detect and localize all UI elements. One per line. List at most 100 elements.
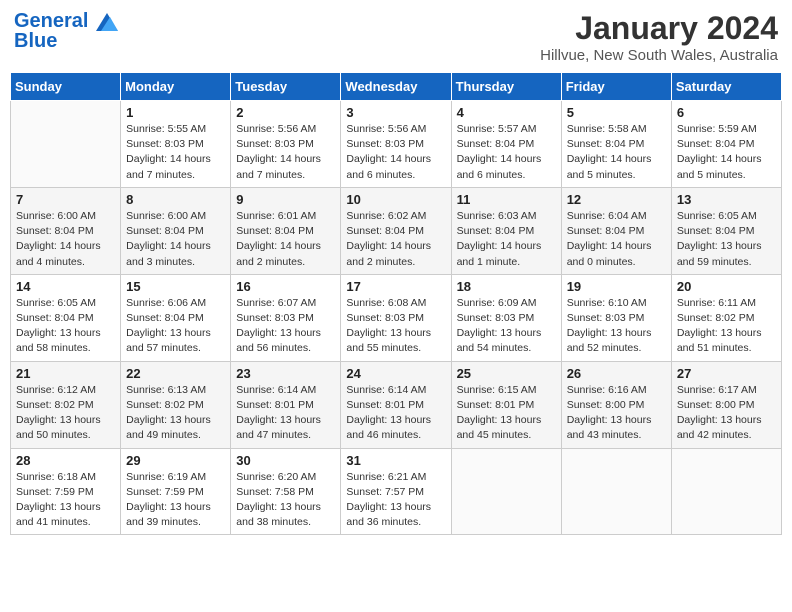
day-of-week-header: Tuesday	[231, 73, 341, 101]
day-detail: Sunrise: 6:12 AMSunset: 8:02 PMDaylight:…	[16, 383, 115, 444]
day-detail: Sunrise: 6:00 AMSunset: 8:04 PMDaylight:…	[16, 209, 115, 270]
day-number: 13	[677, 192, 776, 207]
day-number: 4	[457, 105, 556, 120]
calendar-cell: 11Sunrise: 6:03 AMSunset: 8:04 PMDayligh…	[451, 187, 561, 274]
calendar-cell: 20 Sunrise: 6:11 AMSunset: 8:02 PMDayligh…	[671, 274, 781, 361]
calendar-week-row: 28 Sunrise: 6:18 AMSunset: 7:59 PMDayligh…	[11, 448, 782, 535]
title-block: January 2024 Hillvue, New South Wales, A…	[540, 10, 778, 64]
calendar-cell: 19 Sunrise: 6:10 AMSunset: 8:03 PMDayligh…	[561, 274, 671, 361]
calendar-cell: 28 Sunrise: 6:18 AMSunset: 7:59 PMDayligh…	[11, 448, 121, 535]
day-detail: Sunrise: 6:17 AMSunset: 8:00 PMDaylight:…	[677, 383, 776, 444]
day-of-week-header: Monday	[121, 73, 231, 101]
day-number: 20	[677, 279, 776, 294]
day-number: 31	[346, 453, 445, 468]
day-number: 18	[457, 279, 556, 294]
day-detail: Sunrise: 6:15 AMSunset: 8:01 PMDaylight:…	[457, 383, 556, 444]
day-detail: Sunrise: 5:55 AMSunset: 8:03 PMDaylight:…	[126, 122, 225, 183]
calendar-week-row: 21 Sunrise: 6:12 AMSunset: 8:02 PMDayligh…	[11, 361, 782, 448]
day-number: 27	[677, 366, 776, 381]
calendar-cell: 27 Sunrise: 6:17 AMSunset: 8:00 PMDayligh…	[671, 361, 781, 448]
calendar-week-row: 1Sunrise: 5:55 AMSunset: 8:03 PMDaylight…	[11, 101, 782, 188]
day-number: 21	[16, 366, 115, 381]
day-number: 9	[236, 192, 335, 207]
calendar-cell: 22 Sunrise: 6:13 AMSunset: 8:02 PMDayligh…	[121, 361, 231, 448]
day-of-week-header: Wednesday	[341, 73, 451, 101]
day-detail: Sunrise: 6:10 AMSunset: 8:03 PMDaylight:…	[567, 296, 666, 357]
day-detail: Sunrise: 6:06 AMSunset: 8:04 PMDaylight:…	[126, 296, 225, 357]
calendar-cell: 8Sunrise: 6:00 AMSunset: 8:04 PMDaylight…	[121, 187, 231, 274]
calendar-cell: 14 Sunrise: 6:05 AMSunset: 8:04 PMDayligh…	[11, 274, 121, 361]
calendar-cell: 29 Sunrise: 6:19 AMSunset: 7:59 PMDayligh…	[121, 448, 231, 535]
calendar-cell: 17 Sunrise: 6:08 AMSunset: 8:03 PMDayligh…	[341, 274, 451, 361]
logo-blue: Blue	[14, 30, 118, 52]
calendar-cell	[11, 101, 121, 188]
day-detail: Sunrise: 6:11 AMSunset: 8:02 PMDaylight:…	[677, 296, 776, 357]
day-of-week-header: Sunday	[11, 73, 121, 101]
day-number: 28	[16, 453, 115, 468]
calendar-cell: 13Sunrise: 6:05 AMSunset: 8:04 PMDayligh…	[671, 187, 781, 274]
day-number: 17	[346, 279, 445, 294]
calendar-cell: 30 Sunrise: 6:20 AMSunset: 7:58 PMDayligh…	[231, 448, 341, 535]
day-number: 2	[236, 105, 335, 120]
day-detail: Sunrise: 5:56 AMSunset: 8:03 PMDaylight:…	[236, 122, 335, 183]
day-detail: Sunrise: 6:13 AMSunset: 8:02 PMDaylight:…	[126, 383, 225, 444]
calendar-cell: 6 Sunrise: 5:59 AMSunset: 8:04 PMDaylight…	[671, 101, 781, 188]
day-number: 11	[457, 192, 556, 207]
calendar-cell: 31 Sunrise: 6:21 AMSunset: 7:57 PMDayligh…	[341, 448, 451, 535]
calendar-cell: 15 Sunrise: 6:06 AMSunset: 8:04 PMDayligh…	[121, 274, 231, 361]
calendar-cell: 5Sunrise: 5:58 AMSunset: 8:04 PMDaylight…	[561, 101, 671, 188]
calendar-cell	[561, 448, 671, 535]
day-number: 29	[126, 453, 225, 468]
calendar-header-row: SundayMondayTuesdayWednesdayThursdayFrid…	[11, 73, 782, 101]
day-detail: Sunrise: 5:56 AMSunset: 8:03 PMDaylight:…	[346, 122, 445, 183]
day-detail: Sunrise: 6:05 AMSunset: 8:04 PMDaylight:…	[16, 296, 115, 357]
day-detail: Sunrise: 6:14 AMSunset: 8:01 PMDaylight:…	[236, 383, 335, 444]
logo-text: General	[14, 10, 118, 32]
calendar-cell: 7 Sunrise: 6:00 AMSunset: 8:04 PMDaylight…	[11, 187, 121, 274]
day-detail: Sunrise: 6:08 AMSunset: 8:03 PMDaylight:…	[346, 296, 445, 357]
calendar-cell: 9 Sunrise: 6:01 AMSunset: 8:04 PMDaylight…	[231, 187, 341, 274]
calendar-cell: 12Sunrise: 6:04 AMSunset: 8:04 PMDayligh…	[561, 187, 671, 274]
day-number: 14	[16, 279, 115, 294]
day-number: 7	[16, 192, 115, 207]
calendar-cell	[671, 448, 781, 535]
day-detail: Sunrise: 6:02 AMSunset: 8:04 PMDaylight:…	[346, 209, 445, 270]
day-detail: Sunrise: 6:09 AMSunset: 8:03 PMDaylight:…	[457, 296, 556, 357]
day-detail: Sunrise: 6:04 AMSunset: 8:04 PMDaylight:…	[567, 209, 666, 270]
calendar-cell: 23 Sunrise: 6:14 AMSunset: 8:01 PMDayligh…	[231, 361, 341, 448]
day-number: 22	[126, 366, 225, 381]
day-number: 30	[236, 453, 335, 468]
day-of-week-header: Saturday	[671, 73, 781, 101]
calendar-table: SundayMondayTuesdayWednesdayThursdayFrid…	[10, 72, 782, 535]
day-detail: Sunrise: 5:59 AMSunset: 8:04 PMDaylight:…	[677, 122, 776, 183]
day-detail: Sunrise: 6:07 AMSunset: 8:03 PMDaylight:…	[236, 296, 335, 357]
day-detail: Sunrise: 6:01 AMSunset: 8:04 PMDaylight:…	[236, 209, 335, 270]
calendar-cell: 10 Sunrise: 6:02 AMSunset: 8:04 PMDayligh…	[341, 187, 451, 274]
logo: General Blue	[14, 10, 118, 52]
day-number: 8	[126, 192, 225, 207]
day-detail: Sunrise: 6:14 AMSunset: 8:01 PMDaylight:…	[346, 383, 445, 444]
day-number: 23	[236, 366, 335, 381]
day-number: 19	[567, 279, 666, 294]
day-detail: Sunrise: 6:19 AMSunset: 7:59 PMDaylight:…	[126, 470, 225, 531]
day-number: 25	[457, 366, 556, 381]
day-of-week-header: Friday	[561, 73, 671, 101]
day-detail: Sunrise: 5:58 AMSunset: 8:04 PMDaylight:…	[567, 122, 666, 183]
location-title: Hillvue, New South Wales, Australia	[540, 47, 778, 64]
day-detail: Sunrise: 6:18 AMSunset: 7:59 PMDaylight:…	[16, 470, 115, 531]
page-header: General Blue January 2024 Hillvue, New S…	[10, 10, 782, 64]
calendar-cell: 4Sunrise: 5:57 AMSunset: 8:04 PMDaylight…	[451, 101, 561, 188]
calendar-cell: 18 Sunrise: 6:09 AMSunset: 8:03 PMDayligh…	[451, 274, 561, 361]
calendar-cell: 16Sunrise: 6:07 AMSunset: 8:03 PMDayligh…	[231, 274, 341, 361]
calendar-cell: 24Sunrise: 6:14 AMSunset: 8:01 PMDayligh…	[341, 361, 451, 448]
day-number: 10	[346, 192, 445, 207]
calendar-cell	[451, 448, 561, 535]
day-number: 6	[677, 105, 776, 120]
day-detail: Sunrise: 6:21 AMSunset: 7:57 PMDaylight:…	[346, 470, 445, 531]
day-detail: Sunrise: 6:20 AMSunset: 7:58 PMDaylight:…	[236, 470, 335, 531]
calendar-cell: 25 Sunrise: 6:15 AMSunset: 8:01 PMDayligh…	[451, 361, 561, 448]
logo-icon	[96, 13, 118, 31]
calendar-cell: 26Sunrise: 6:16 AMSunset: 8:00 PMDayligh…	[561, 361, 671, 448]
day-number: 15	[126, 279, 225, 294]
calendar-cell: 1Sunrise: 5:55 AMSunset: 8:03 PMDaylight…	[121, 101, 231, 188]
